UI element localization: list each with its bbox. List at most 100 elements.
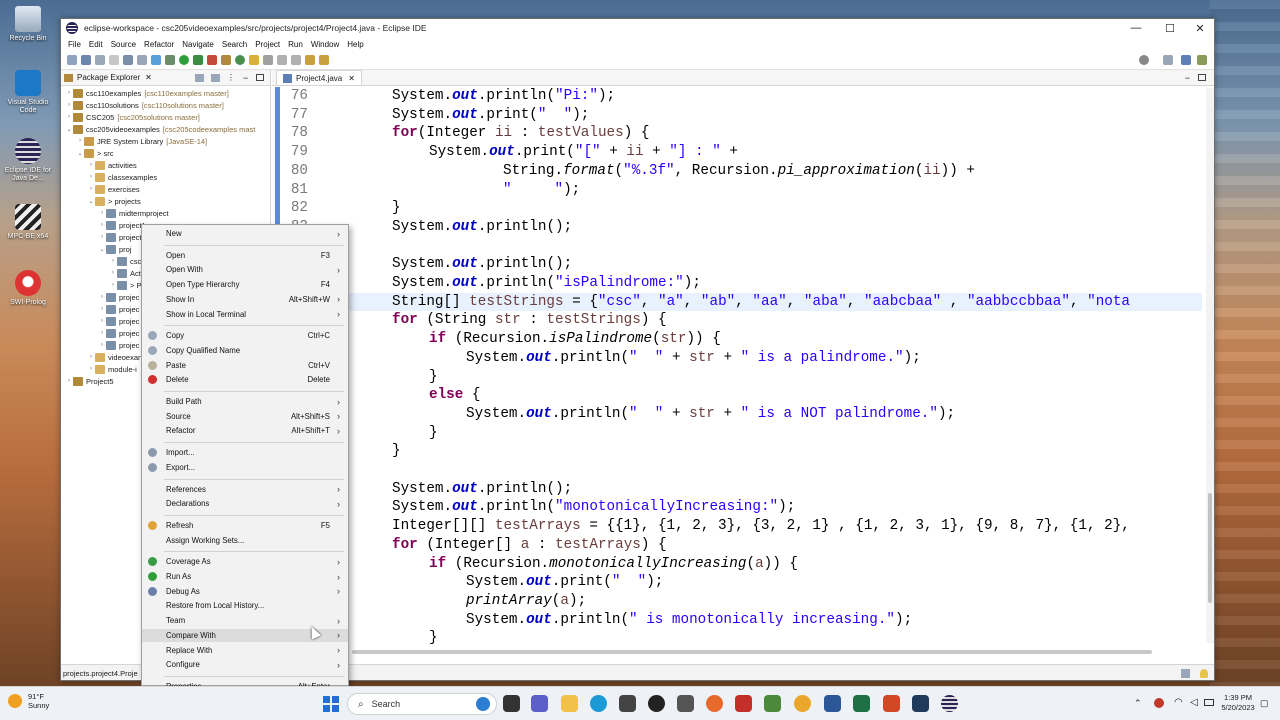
minimize-view-icon[interactable]: − xyxy=(243,73,248,83)
desktop-icon-vscode[interactable]: Visual Studio Code xyxy=(2,70,54,115)
collapse-all-icon[interactable] xyxy=(195,73,204,82)
chrome-icon[interactable] xyxy=(794,695,811,712)
code-line[interactable]: 92else { xyxy=(272,386,1202,405)
code-line[interactable]: 95} xyxy=(272,442,1202,461)
menu-window[interactable]: Window xyxy=(307,40,343,49)
tray-overflow-icon[interactable]: ⌃ xyxy=(1134,698,1142,709)
code-line[interactable]: 87String[] testStrings = {"csc", "a", "a… xyxy=(272,292,1202,312)
menu-item-open-type-hierarchy[interactable]: Open Type Hierarchy F4 xyxy=(142,278,348,291)
menu-item-coverage-as[interactable]: Coverage As › xyxy=(142,555,348,568)
coverage-icon[interactable] xyxy=(193,55,203,65)
collapsed-chevron-icon[interactable]: › xyxy=(87,162,95,168)
run-icon[interactable] xyxy=(179,55,189,65)
tree-item[interactable]: › projec xyxy=(61,315,139,327)
menu-item-copy-qualified-name[interactable]: Copy Qualified Name xyxy=(142,344,348,357)
tree-item[interactable]: › CSC205 [csc205solutions master] xyxy=(61,111,200,123)
notifications-icon[interactable]: ▢ xyxy=(1260,698,1269,709)
code-line[interactable]: 82} xyxy=(272,199,1202,218)
tree-item[interactable]: › classexamples xyxy=(61,171,157,183)
code-line[interactable]: 79 System.out.print("[" + ii + "] : " + xyxy=(272,143,1202,162)
menu-item-copy[interactable]: Copy Ctrl+C xyxy=(142,329,348,342)
menu-item-assign-working-sets[interactable]: Assign Working Sets... xyxy=(142,534,348,547)
menu-item-open[interactable]: Open F3 xyxy=(142,249,348,262)
link-editor-icon[interactable] xyxy=(211,73,220,82)
tip-bulb-icon[interactable] xyxy=(1200,669,1208,678)
menu-search[interactable]: Search xyxy=(218,40,251,49)
tree-item[interactable]: › projec xyxy=(61,291,139,303)
tree-item[interactable]: › Project5 xyxy=(61,375,114,387)
menu-item-paste[interactable]: Paste Ctrl+V xyxy=(142,359,348,372)
code-line[interactable]: 88for (String str : testStrings) { xyxy=(272,311,1202,330)
code-line[interactable]: 89if (Recursion.isPalindrome(str)) { xyxy=(272,330,1202,349)
collapsed-chevron-icon[interactable]: › xyxy=(98,318,106,324)
collapsed-chevron-icon[interactable]: › xyxy=(87,174,95,180)
collapsed-chevron-icon[interactable]: › xyxy=(109,282,117,288)
tree-item[interactable]: ⌄ > projects xyxy=(61,195,141,207)
menu-item-source[interactable]: Source Alt+Shift+S › xyxy=(142,410,348,423)
code-line[interactable]: 100for (Integer[] a : testArrays) { xyxy=(272,536,1202,555)
edge-icon[interactable] xyxy=(590,695,607,712)
collapsed-chevron-icon[interactable]: › xyxy=(65,114,73,120)
close-tab-icon[interactable]: ✕ xyxy=(348,74,355,83)
word-icon[interactable] xyxy=(824,695,841,712)
menu-source[interactable]: Source xyxy=(107,40,140,49)
java-perspective-icon[interactable] xyxy=(1181,55,1191,65)
code-line[interactable]: 99Integer[][] testArrays = {{1}, {1, 2, … xyxy=(272,517,1202,536)
expanded-chevron-icon[interactable]: ⌄ xyxy=(87,198,95,205)
menu-item-refactor[interactable]: Refactor Alt+Shift+T › xyxy=(142,424,348,437)
print-icon[interactable] xyxy=(109,55,119,65)
collapsed-chevron-icon[interactable]: › xyxy=(98,306,106,312)
forward-icon[interactable] xyxy=(319,55,329,65)
firefox-icon[interactable] xyxy=(706,695,723,712)
back-icon[interactable] xyxy=(305,55,315,65)
skip-breakpoints-icon[interactable] xyxy=(137,55,147,65)
menu-file[interactable]: File xyxy=(64,40,85,49)
open-type-icon[interactable] xyxy=(249,55,259,65)
tree-item[interactable]: ⌄ proj xyxy=(61,243,132,255)
close-button[interactable]: ✕ xyxy=(1185,19,1214,37)
maximize-button[interactable]: ☐ xyxy=(1155,19,1185,37)
new-icon[interactable] xyxy=(67,55,77,65)
store-icon[interactable] xyxy=(619,695,636,712)
menu-item-team[interactable]: Team › xyxy=(142,614,348,627)
collapsed-chevron-icon[interactable]: › xyxy=(76,138,84,144)
collapsed-chevron-icon[interactable]: › xyxy=(87,186,95,192)
menu-edit[interactable]: Edit xyxy=(85,40,107,49)
tree-item[interactable]: › videoexan xyxy=(61,351,142,363)
progress-icon[interactable] xyxy=(1181,669,1190,678)
external-tools-icon[interactable] xyxy=(207,55,217,65)
scrollbar-thumb[interactable] xyxy=(1208,493,1212,603)
annotation-next-icon[interactable] xyxy=(277,55,287,65)
app-icon[interactable] xyxy=(677,695,694,712)
code-line[interactable]: 93System.out.println(" " + str + " is a … xyxy=(272,405,1202,424)
menu-item-run-as[interactable]: Run As › xyxy=(142,570,348,583)
view-menu-icon[interactable]: ⋮ xyxy=(227,73,235,82)
menu-item-new[interactable]: New › xyxy=(142,227,348,240)
minimize-button[interactable]: — xyxy=(1121,19,1151,37)
desktop-icon-eclipse[interactable]: Eclipse IDE for Java De... xyxy=(2,138,54,183)
maximize-view-icon[interactable] xyxy=(256,74,264,81)
collapsed-chevron-icon[interactable]: › xyxy=(98,234,106,240)
search-toolbar-icon[interactable] xyxy=(263,55,273,65)
expanded-chevron-icon[interactable]: ⌄ xyxy=(76,150,84,157)
tree-item[interactable]: › module-i xyxy=(61,363,137,375)
collapsed-chevron-icon[interactable]: › xyxy=(65,102,73,108)
chat-icon[interactable] xyxy=(531,695,548,712)
code-line[interactable]: 98System.out.println("monotonicallyIncre… xyxy=(272,498,1202,517)
menu-item-restore-from-local-history[interactable]: Restore from Local History... xyxy=(142,599,348,612)
save-all-icon[interactable] xyxy=(95,55,105,65)
collapsed-chevron-icon[interactable]: › xyxy=(98,330,106,336)
code-line[interactable]: 80 String.format("%.3f", Recursion.pi_app… xyxy=(272,162,1202,181)
eclipse-taskbar-icon[interactable] xyxy=(941,695,958,712)
menu-item-replace-with[interactable]: Replace With › xyxy=(142,644,348,657)
collapsed-chevron-icon[interactable]: › xyxy=(65,378,73,384)
menu-item-declarations[interactable]: Declarations › xyxy=(142,497,348,510)
collapsed-chevron-icon[interactable]: › xyxy=(98,222,106,228)
menu-refactor[interactable]: Refactor xyxy=(140,40,178,49)
code-line[interactable]: 81 " "); xyxy=(272,181,1202,200)
code-line[interactable]: 103printArray(a); xyxy=(272,592,1202,611)
powerpoint-icon[interactable] xyxy=(883,695,900,712)
code-line[interactable]: 91} xyxy=(272,368,1202,387)
code-line[interactable]: 102System.out.print(" "); xyxy=(272,573,1202,592)
tray-app-icon[interactable] xyxy=(1154,698,1164,708)
